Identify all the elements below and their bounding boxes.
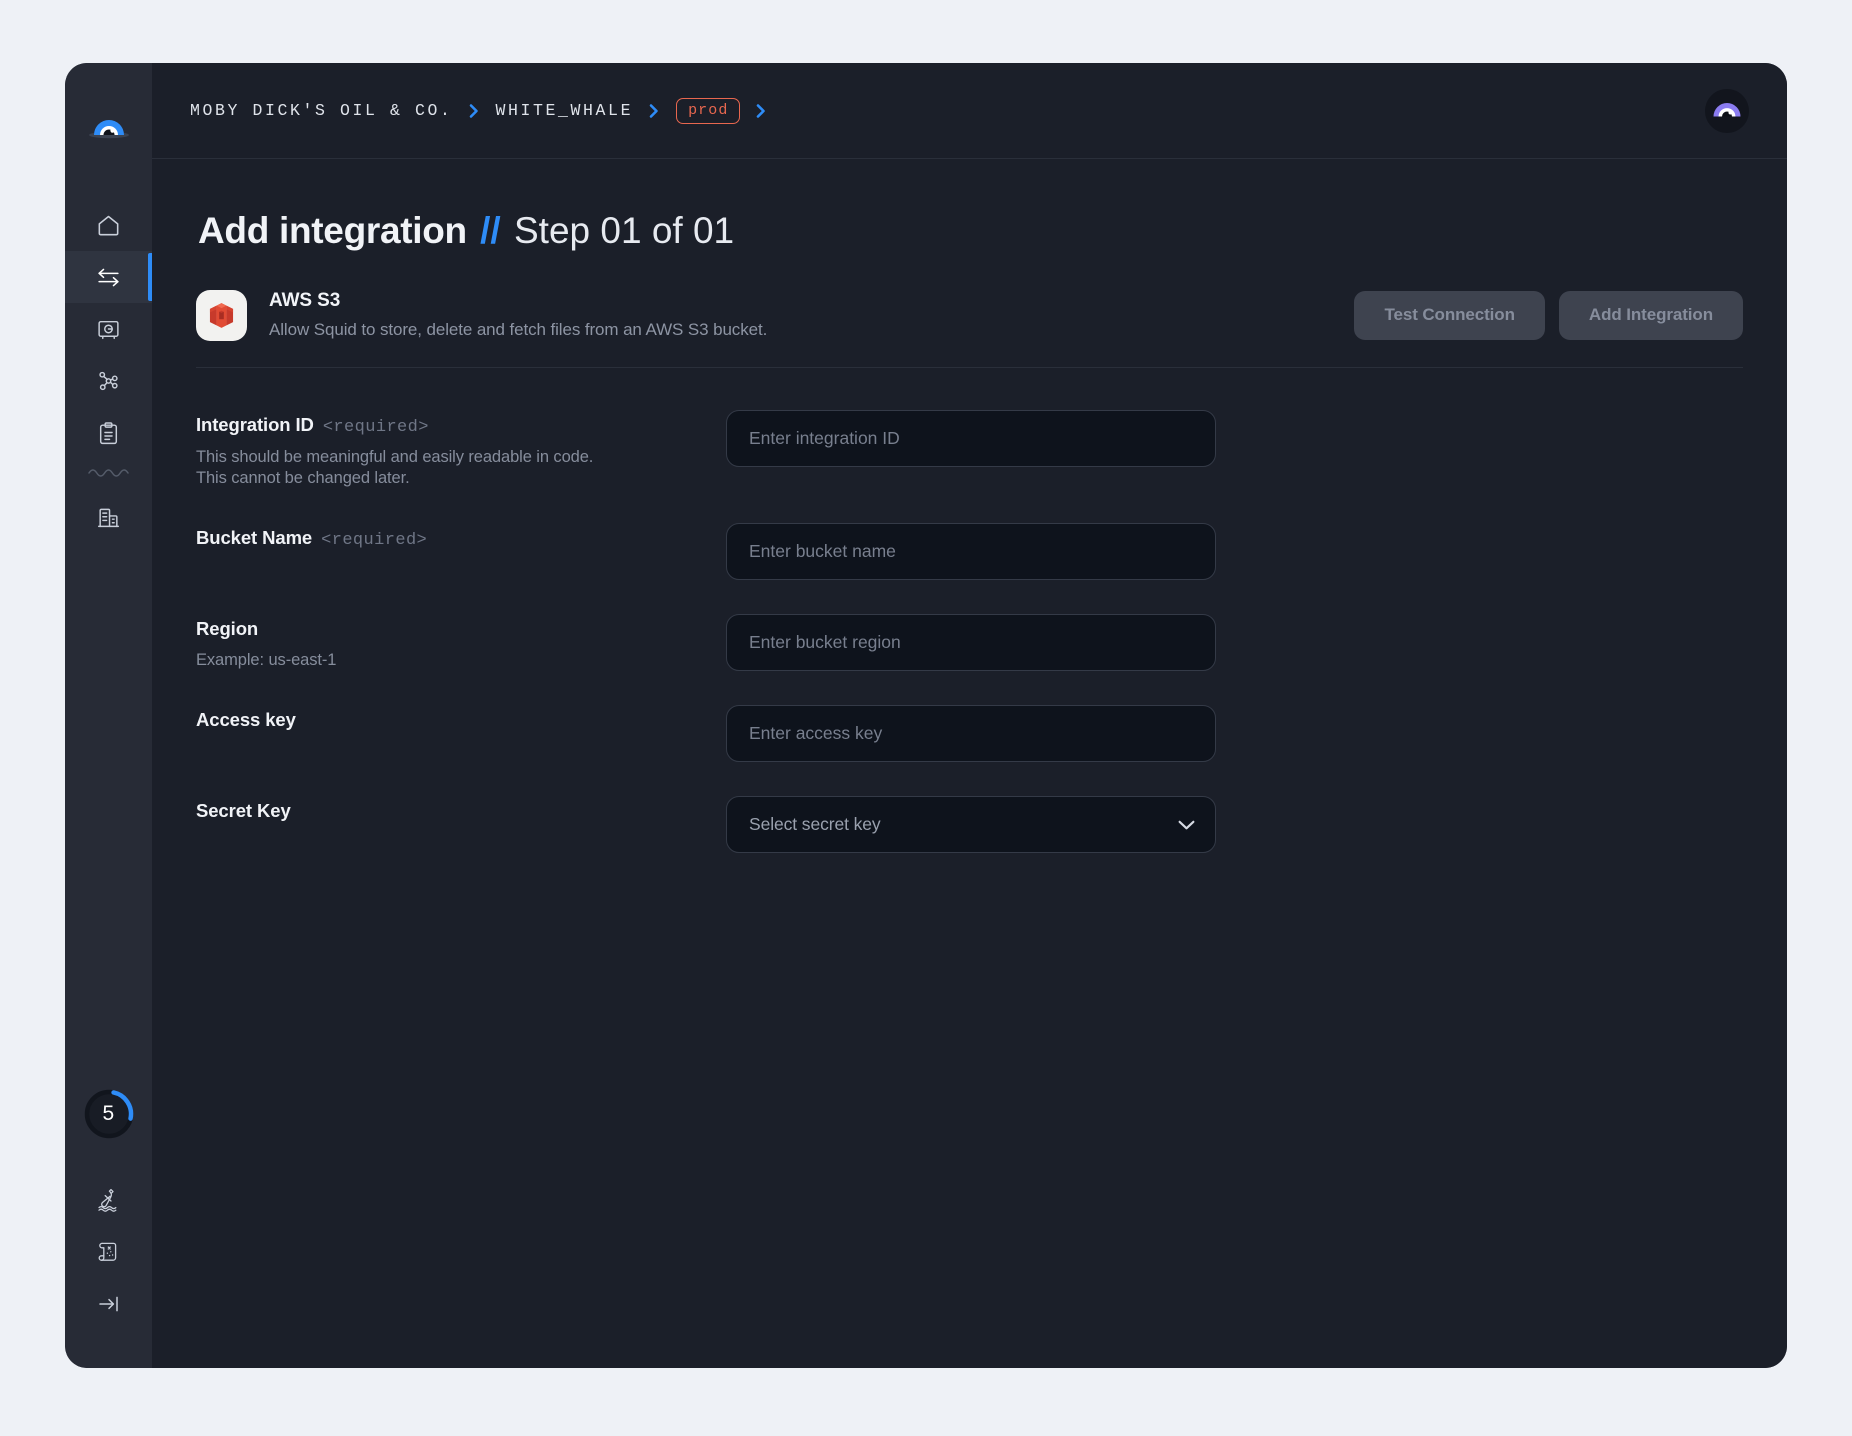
sidebar-item-organization[interactable] <box>65 491 152 543</box>
field-label-text: Secret Key <box>196 800 291 822</box>
page-title-separator: // <box>480 210 501 251</box>
bucket-name-label: Bucket Name <required> <box>196 527 726 550</box>
form-label-column: Region Example: us-east-1 <box>196 614 726 671</box>
form-row: Secret Key Select secret key <box>196 796 1743 854</box>
integration-text: AWS S3 Allow Squid to store, delete and … <box>269 290 767 340</box>
select-wrapper: Select secret key <box>726 796 1216 854</box>
network-graph-icon <box>96 369 121 394</box>
field-label-text: Access key <box>196 709 296 731</box>
integration-id-input[interactable] <box>726 409 1216 467</box>
region-label: Region <box>196 618 726 640</box>
form-field-column <box>726 705 1216 763</box>
form-row: Region Example: us-east-1 <box>196 613 1743 671</box>
sidebar-nav <box>65 199 152 543</box>
breadcrumb-item-2[interactable]: WHITE_WHALE <box>496 101 634 120</box>
page-title: Add integration // Step 01 of 01 <box>198 210 1743 252</box>
page-background: 5 MOBY DICK'S OIL & CO. WHITE_WHALE prod… <box>0 0 1852 1436</box>
squid-eye-logo[interactable] <box>87 107 131 151</box>
integration-id-label: Integration ID <required> <box>196 414 726 437</box>
integration-name: AWS S3 <box>269 290 341 312</box>
sidebar-item-feedback[interactable] <box>65 1174 152 1226</box>
access-key-label: Access key <box>196 709 726 731</box>
breadcrumb-chevron-right-icon <box>754 102 769 120</box>
message-in-bottle-icon <box>96 1187 122 1213</box>
integration-description: Allow Squid to store, delete and fetch f… <box>269 320 768 340</box>
treasure-map-icon <box>96 1239 122 1265</box>
wave-divider-icon <box>87 466 130 484</box>
sidebar-item-home[interactable] <box>65 199 152 251</box>
form-field-column <box>726 409 1216 467</box>
form-row: Integration ID <required> This should be m… <box>196 409 1743 489</box>
integration-identity: AWS S3 Allow Squid to store, delete and … <box>196 289 767 341</box>
form-label-column: Bucket Name <required> <box>196 523 726 550</box>
sidebar: 5 <box>65 63 152 1368</box>
form-row: Access key <box>196 705 1743 763</box>
field-label-text: Region <box>196 617 259 639</box>
secret-key-select[interactable]: Select secret key <box>726 796 1216 854</box>
field-help-text: Example: us-east-1 <box>196 650 337 669</box>
integration-actions: Test Connection Add Integration <box>1354 290 1743 340</box>
sidebar-item-docs[interactable] <box>65 1226 152 1278</box>
aws-s3-logo <box>196 289 247 341</box>
topbar: MOBY DICK'S OIL & CO. WHITE_WHALE prod <box>152 63 1787 159</box>
integrations-arrows-icon <box>95 264 122 291</box>
field-label-text: Bucket Name <box>196 526 313 548</box>
form-label-column: Access key <box>196 705 726 731</box>
page-title-step: Step 01 of 01 <box>514 210 735 251</box>
main-area: MOBY DICK'S OIL & CO. WHITE_WHALE prod A… <box>152 63 1787 1368</box>
field-help-text: This should be meaningful and easily rea… <box>196 447 594 487</box>
breadcrumb-chevron-right-icon <box>647 102 662 120</box>
add-integration-button[interactable]: Add Integration <box>1558 290 1743 340</box>
collapse-sidebar-icon <box>96 1291 122 1317</box>
sidebar-item-logs[interactable] <box>65 407 152 459</box>
form-field-column <box>726 522 1216 580</box>
bucket-name-input[interactable] <box>726 522 1216 580</box>
breadcrumb: MOBY DICK'S OIL & CO. WHITE_WHALE prod <box>190 97 769 124</box>
sidebar-collapse-button[interactable] <box>65 1278 152 1330</box>
sidebar-bottom: 5 <box>65 1088 152 1368</box>
form-label-column: Integration ID <required> This should be m… <box>196 410 726 489</box>
breadcrumb-item-0[interactable]: MOBY DICK'S OIL & CO. <box>190 101 453 120</box>
test-connection-button[interactable]: Test Connection <box>1354 290 1545 340</box>
select-value: Select secret key <box>749 814 881 835</box>
secret-key-label: Secret Key <box>196 800 726 822</box>
form-field-column <box>726 613 1216 671</box>
form-field-column: Select secret key <box>726 796 1216 854</box>
integration-header: AWS S3 Allow Squid to store, delete and … <box>196 289 1743 368</box>
form-label-column: Secret Key <box>196 796 726 822</box>
page-title-main: Add integration <box>198 210 467 251</box>
building-icon <box>96 505 121 530</box>
field-label-text: Integration ID <box>196 413 314 435</box>
sidebar-item-schema[interactable] <box>65 355 152 407</box>
environment-badge[interactable]: prod <box>676 97 741 124</box>
content-area: Add integration // Step 01 of 01 AWS S3 … <box>152 159 1787 1368</box>
onboarding-progress[interactable]: 5 <box>83 1088 135 1140</box>
sidebar-item-integrations[interactable] <box>65 251 152 303</box>
region-input[interactable] <box>726 613 1216 671</box>
app-window: 5 MOBY DICK'S OIL & CO. WHITE_WHALE prod… <box>65 63 1787 1368</box>
form-row: Bucket Name <required> <box>196 522 1743 580</box>
integration-form: Integration ID <required> This should be m… <box>196 409 1743 854</box>
clipboard-icon <box>96 421 121 446</box>
required-tag: <required> <box>322 417 429 437</box>
sidebar-divider <box>65 459 152 491</box>
required-tag: <required> <box>321 530 428 550</box>
vault-safe-icon <box>96 317 121 342</box>
sidebar-item-secrets[interactable] <box>65 303 152 355</box>
home-icon <box>96 213 121 238</box>
onboarding-progress-value: 5 <box>102 1102 115 1125</box>
breadcrumb-chevron-right-icon <box>467 102 482 120</box>
user-avatar[interactable] <box>1705 88 1749 133</box>
access-key-input[interactable] <box>726 705 1216 763</box>
